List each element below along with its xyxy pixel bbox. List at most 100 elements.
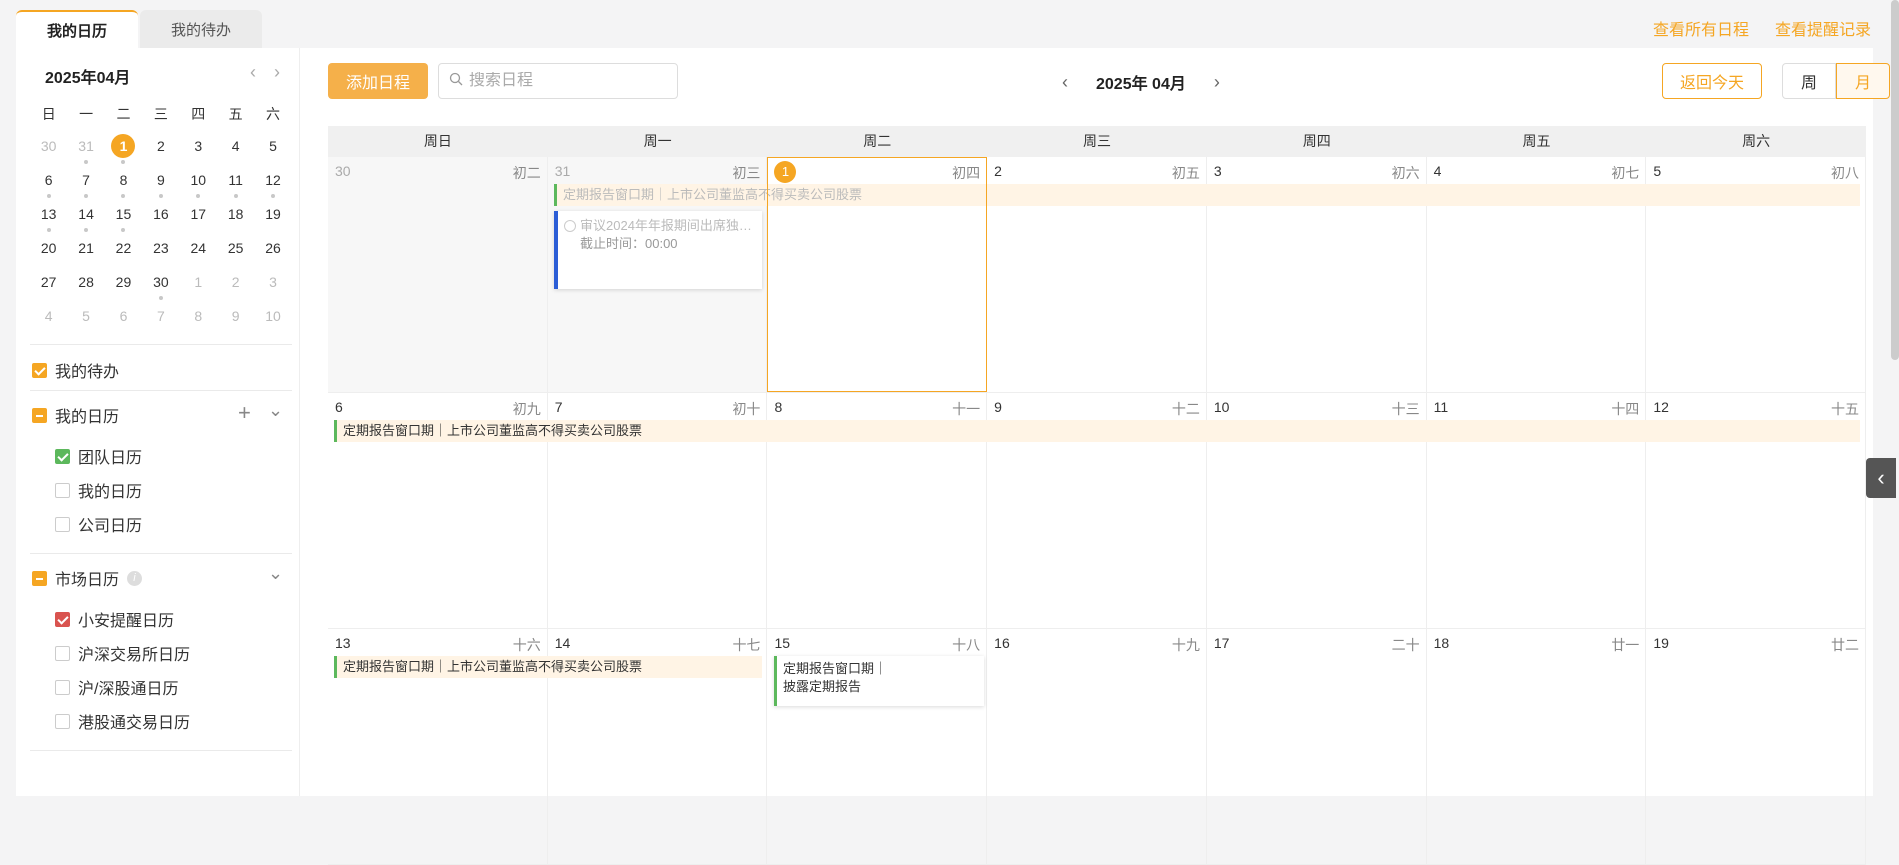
lunar-date: 初二	[512, 165, 541, 181]
tab-my-calendar[interactable]: 我的日历	[16, 10, 138, 49]
partial-checkbox-icon[interactable]	[32, 570, 47, 586]
mini-day[interactable]: 9	[217, 301, 254, 335]
mini-day[interactable]: 22	[105, 233, 142, 267]
mini-day[interactable]: 31	[67, 131, 104, 165]
checkbox-icon[interactable]	[55, 448, 70, 464]
mini-day[interactable]: 27	[30, 267, 67, 301]
mini-day[interactable]: 9	[142, 165, 179, 199]
search-input[interactable]	[469, 72, 659, 90]
calendar-item-team[interactable]: 团队日历	[55, 444, 142, 468]
mini-day[interactable]: 30	[142, 267, 179, 301]
event-window-bar[interactable]: 定期报告窗口期｜上市公司董监高不得买卖公司股票	[334, 420, 1860, 442]
mini-day[interactable]: 26	[254, 233, 291, 267]
calendar-item-company[interactable]: 公司日历	[55, 512, 142, 536]
mini-day[interactable]: 4	[30, 301, 67, 335]
mini-day[interactable]: 3	[180, 131, 217, 165]
collapse-panel-icon[interactable]: ‹	[1866, 458, 1896, 498]
calendar-item-mine[interactable]: 我的日历	[55, 478, 142, 502]
mini-day[interactable]: 5	[67, 301, 104, 335]
mini-day[interactable]: 8	[105, 165, 142, 199]
chevron-down-icon[interactable]: ⌄	[268, 563, 283, 584]
mini-day[interactable]: 6	[105, 301, 142, 335]
mini-day[interactable]: 10	[254, 301, 291, 335]
mini-prev-icon[interactable]: ‹	[250, 62, 256, 83]
view-reminder-records-link[interactable]: 查看提醒记录	[1775, 16, 1871, 40]
checkbox-icon[interactable]	[55, 645, 70, 661]
market-item-connect[interactable]: 沪/深股通日历	[55, 675, 178, 699]
week-view-button[interactable]: 周	[1782, 63, 1836, 99]
todo-circle-icon[interactable]	[564, 220, 576, 232]
info-icon[interactable]: i	[127, 570, 143, 586]
mini-day[interactable]: 29	[105, 267, 142, 301]
my-todo-toggle[interactable]: 我的待办	[32, 358, 119, 382]
mini-day[interactable]: 2	[217, 267, 254, 301]
mini-day[interactable]: 28	[67, 267, 104, 301]
mini-day[interactable]: 2	[142, 131, 179, 165]
add-icon[interactable]: +	[238, 400, 251, 426]
mini-weekday-label: 四	[191, 106, 206, 122]
mini-day[interactable]: 24	[180, 233, 217, 267]
day-cell[interactable]: 16 十九	[987, 629, 1207, 864]
checkbox-icon[interactable]	[55, 611, 70, 627]
mini-day[interactable]: 18	[217, 199, 254, 233]
mini-day[interactable]: 5	[254, 131, 291, 165]
market-calendar-group[interactable]: 市场日历 i	[32, 566, 143, 590]
todo-event-card[interactable]: 审议2024年年报期间出席独立董事专门会议或董事会专… 截止时间：00:00	[554, 211, 762, 289]
mini-day[interactable]: 21	[67, 233, 104, 267]
prev-month-icon[interactable]: ‹	[1062, 72, 1068, 93]
mini-day[interactable]: 8	[180, 301, 217, 335]
mini-next-icon[interactable]: ›	[274, 62, 280, 83]
back-to-today-button[interactable]: 返回今天	[1662, 63, 1762, 99]
view-all-schedules-link[interactable]: 查看所有日程	[1653, 16, 1749, 40]
mini-weekday-label: 三	[153, 106, 168, 122]
my-calendar-group[interactable]: 我的日历	[32, 403, 119, 427]
checkbox-icon[interactable]	[32, 362, 47, 378]
month-view-button[interactable]: 月	[1836, 63, 1890, 99]
mini-day[interactable]: 4	[217, 131, 254, 165]
day-cell[interactable]: 30 初二	[328, 157, 548, 392]
checkbox-icon[interactable]	[55, 516, 70, 532]
checkbox-icon[interactable]	[55, 713, 70, 729]
day-cell[interactable]: 19 廿二	[1646, 629, 1867, 864]
mini-day-number: 1	[194, 274, 203, 290]
event-window-bar[interactable]: 定期报告窗口期｜上市公司董监高不得买卖公司股票	[554, 184, 1860, 206]
mini-day[interactable]: 23	[142, 233, 179, 267]
mini-day-number: 28	[78, 274, 94, 290]
checkbox-icon[interactable]	[55, 679, 70, 695]
mini-day[interactable]: 30	[30, 131, 67, 165]
mini-day[interactable]: 11	[217, 165, 254, 199]
mini-day[interactable]: 3	[254, 267, 291, 301]
event-window-bar[interactable]: 定期报告窗口期｜上市公司董监高不得买卖公司股票	[334, 656, 762, 678]
tab-my-todo[interactable]: 我的待办	[140, 10, 262, 49]
mini-day[interactable]: 10	[180, 165, 217, 199]
add-schedule-button[interactable]: 添加日程	[328, 63, 428, 99]
mini-day[interactable]: 20	[30, 233, 67, 267]
chevron-down-icon[interactable]: ⌄	[268, 400, 283, 421]
day-cell[interactable]: 18 廿一	[1427, 629, 1647, 864]
mini-day[interactable]: 14	[67, 199, 104, 233]
mini-day[interactable]: 13	[30, 199, 67, 233]
report-event-card[interactable]: 定期报告窗口期｜ 披露定期报告	[774, 656, 984, 706]
partial-checkbox-icon[interactable]	[32, 407, 47, 423]
mini-day[interactable]: 12	[254, 165, 291, 199]
mini-day[interactable]: 1	[180, 267, 217, 301]
mini-day[interactable]: 15	[105, 199, 142, 233]
mini-day[interactable]: 17	[180, 199, 217, 233]
checkbox-icon[interactable]	[55, 482, 70, 498]
mini-day[interactable]: 1	[105, 131, 142, 165]
mini-day[interactable]: 6	[30, 165, 67, 199]
market-item-hk-connect[interactable]: 港股通交易日历	[55, 709, 190, 733]
market-item-reminder[interactable]: 小安提醒日历	[55, 607, 174, 631]
search-box[interactable]	[438, 63, 678, 99]
mini-day[interactable]: 16	[142, 199, 179, 233]
scrollbar[interactable]	[1891, 0, 1899, 360]
mini-day[interactable]: 25	[217, 233, 254, 267]
day-cell[interactable]: 1 初四	[767, 157, 988, 392]
day-number: 2	[994, 163, 1002, 179]
market-item-exchange[interactable]: 沪深交易所日历	[55, 641, 190, 665]
mini-day[interactable]: 19	[254, 199, 291, 233]
next-month-icon[interactable]: ›	[1214, 72, 1220, 93]
mini-day[interactable]: 7	[67, 165, 104, 199]
mini-day[interactable]: 7	[142, 301, 179, 335]
day-cell[interactable]: 17 二十	[1207, 629, 1427, 864]
